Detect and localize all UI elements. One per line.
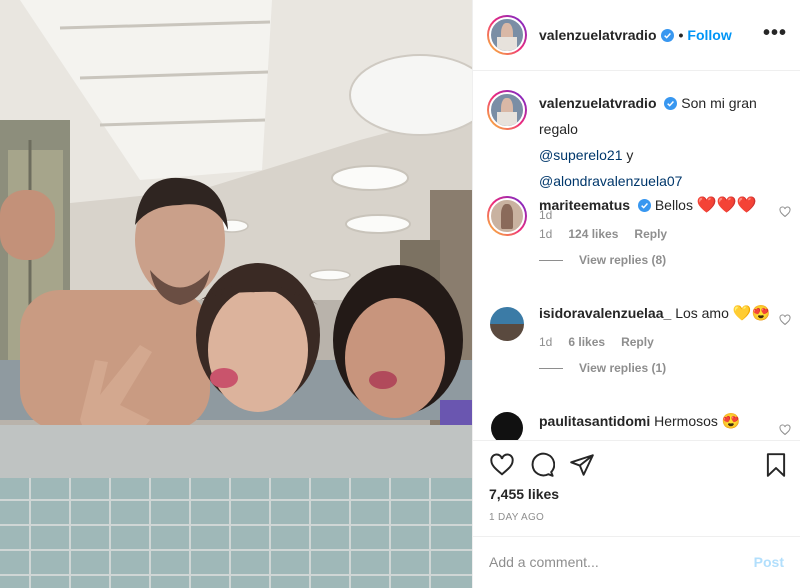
follow-button[interactable]: Follow bbox=[687, 27, 731, 43]
reply-button[interactable]: Reply bbox=[621, 335, 654, 349]
comment-like-heart-icon[interactable] bbox=[779, 206, 791, 218]
add-comment-input[interactable] bbox=[489, 552, 739, 572]
replies-line bbox=[539, 259, 563, 261]
more-options-icon[interactable]: ••• bbox=[763, 22, 787, 45]
mention-link[interactable]: @alondravalenzuela07 bbox=[539, 173, 682, 189]
post-comment-button[interactable]: Post bbox=[754, 554, 784, 570]
caption-username[interactable]: valenzuelatvradio bbox=[539, 95, 657, 111]
comment-text: Bellos bbox=[654, 197, 693, 213]
view-replies-label: View replies (8) bbox=[579, 253, 667, 267]
comment-emoji: 😍 bbox=[721, 413, 741, 430]
bookmark-icon[interactable] bbox=[763, 452, 789, 478]
reply-button[interactable]: Reply bbox=[634, 227, 667, 241]
post-photo[interactable] bbox=[0, 0, 472, 588]
view-replies-button[interactable]: View replies (1) bbox=[539, 361, 787, 375]
commenter-username[interactable]: isidoravalenzuelaa_ bbox=[539, 305, 671, 321]
post-timestamp[interactable]: 1 DAY AGO bbox=[489, 512, 544, 523]
comment-text: Hermosos bbox=[654, 413, 718, 429]
comments-list[interactable]: valenzuelatvradio Son mi gran regalo @su… bbox=[473, 72, 800, 440]
share-icon[interactable] bbox=[569, 452, 595, 478]
comment-likes[interactable]: 6 likes bbox=[568, 335, 605, 349]
heart-icon[interactable] bbox=[489, 452, 515, 478]
verified-badge-icon bbox=[660, 28, 674, 42]
comment-item: isidoravalenzuelaa_ Los amo 💛😍 1d 6 like… bbox=[487, 304, 791, 375]
header-separator: • bbox=[678, 27, 684, 43]
caption-connector: y bbox=[626, 147, 634, 163]
comment-item: paulitasantidomi Hermosos 😍 bbox=[487, 412, 791, 440]
view-replies-label: View replies (1) bbox=[579, 361, 667, 375]
commenter-username[interactable]: mariteematus bbox=[539, 197, 630, 213]
divider bbox=[473, 440, 800, 441]
comment-like-heart-icon[interactable] bbox=[779, 314, 791, 326]
pool-selfie-image bbox=[0, 0, 472, 588]
comment-emoji: ❤️❤️❤️ bbox=[696, 197, 757, 214]
mention-link[interactable]: @superelo21 bbox=[539, 147, 623, 163]
comment-like-heart-icon[interactable] bbox=[779, 424, 791, 436]
commenter-avatar[interactable] bbox=[487, 196, 527, 236]
verified-badge-icon bbox=[664, 97, 678, 110]
comment-likes[interactable]: 124 likes bbox=[568, 227, 618, 241]
post-sidebar: valenzuelatvradio • Follow ••• valenzuel… bbox=[472, 0, 800, 588]
commenter-username[interactable]: paulitasantidomi bbox=[539, 413, 650, 429]
verified-badge-icon bbox=[637, 199, 651, 212]
comment-text: Los amo bbox=[675, 305, 729, 321]
view-replies-button[interactable]: View replies (8) bbox=[539, 253, 787, 267]
author-avatar[interactable] bbox=[487, 15, 527, 55]
divider bbox=[473, 536, 800, 537]
comment-emoji: 💛😍 bbox=[732, 305, 771, 322]
commenter-avatar[interactable] bbox=[491, 412, 523, 440]
comment-item: mariteematus Bellos ❤️❤️❤️ 1d 124 likes … bbox=[487, 196, 791, 267]
comment-icon[interactable] bbox=[529, 452, 555, 478]
comment-time[interactable]: 1d bbox=[539, 335, 552, 349]
post-actions bbox=[489, 452, 789, 480]
post-header: valenzuelatvradio • Follow ••• bbox=[473, 0, 800, 71]
author-username[interactable]: valenzuelatvradio bbox=[539, 27, 657, 43]
caption-avatar[interactable] bbox=[487, 90, 527, 130]
commenter-avatar[interactable] bbox=[490, 307, 524, 341]
replies-line bbox=[539, 367, 563, 369]
likes-count[interactable]: 7,455 likes bbox=[489, 486, 559, 502]
comment-time[interactable]: 1d bbox=[539, 227, 552, 241]
